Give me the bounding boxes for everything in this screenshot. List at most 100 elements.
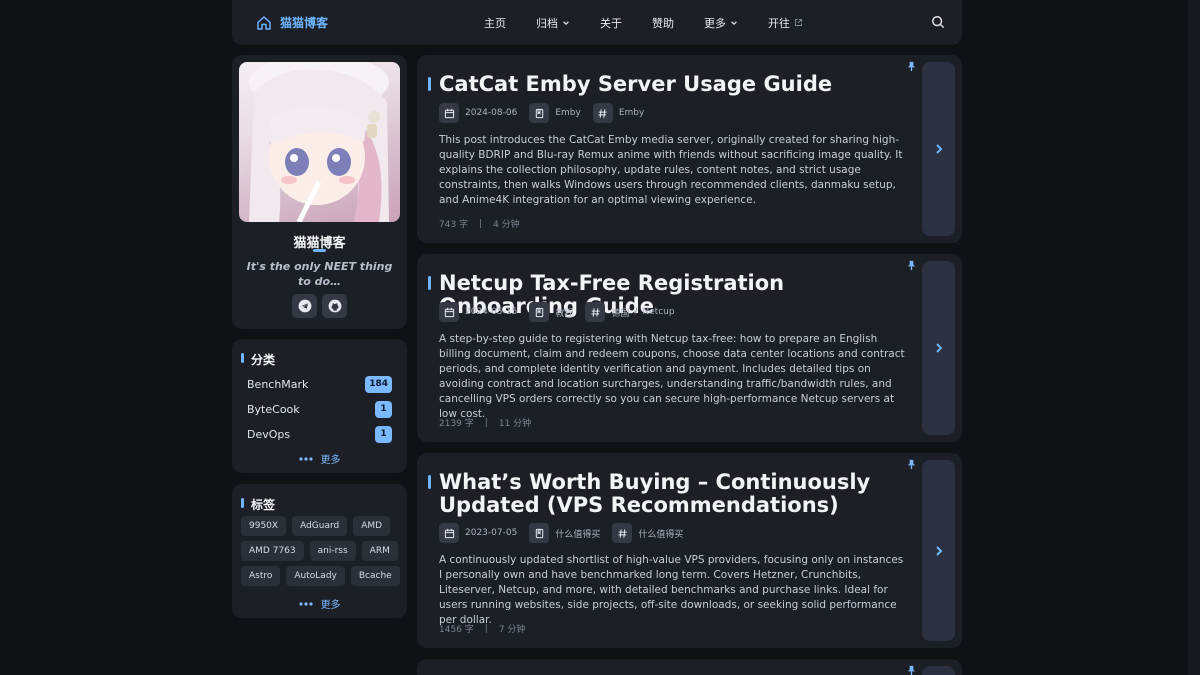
tag-chip[interactable]: AMD xyxy=(353,516,391,536)
nav-home[interactable]: 主页 xyxy=(484,15,506,31)
nav-archive[interactable]: 归档 xyxy=(536,15,570,31)
post-date: 2024-08-06 xyxy=(465,108,518,118)
title-underline xyxy=(313,249,326,252)
tag-chip[interactable]: AutoLady xyxy=(286,566,345,586)
title-marker xyxy=(428,276,431,290)
post-category[interactable]: 什么值得买 xyxy=(555,527,600,540)
read-time: 11 分钟 xyxy=(498,419,532,429)
hashtag-icon xyxy=(612,523,633,543)
post-card: CatCat Emby Server Usage Guide 2024-08-0… xyxy=(417,55,962,243)
search-icon[interactable] xyxy=(931,15,945,29)
nav-travelling[interactable]: 开往 xyxy=(768,15,803,31)
calendar-icon xyxy=(439,103,459,123)
post-card xyxy=(417,659,962,675)
avatar-illustration xyxy=(249,62,389,222)
home-icon xyxy=(257,15,271,30)
title-marker xyxy=(428,77,431,91)
page-scrollbar[interactable] xyxy=(1188,0,1200,675)
post-card: What’s Worth Buying – Continuously Updat… xyxy=(417,453,962,648)
telegram-icon xyxy=(298,299,311,313)
calendar-icon xyxy=(439,523,459,543)
external-link-icon xyxy=(795,19,802,26)
open-post-button[interactable] xyxy=(922,62,955,236)
post-meta: 2024-08-06 Emby Emby xyxy=(439,103,656,123)
post-title[interactable]: What’s Worth Buying – Continuously Updat… xyxy=(439,471,909,517)
book-icon xyxy=(529,523,550,543)
post-date: 2024-05-15 xyxy=(465,307,518,317)
top-navbar: 猫猫博客 主页 归档 关于 赞助 更多 开往 xyxy=(232,0,962,45)
book-icon xyxy=(529,103,550,123)
post-tag[interactable]: Emby xyxy=(619,108,645,118)
chevron-right-icon xyxy=(935,144,942,154)
post-date: 2023-07-05 xyxy=(465,528,518,538)
tag-chip[interactable]: AMD 7763 xyxy=(241,541,304,561)
hashtag-icon xyxy=(585,302,606,322)
site-motto: It's the only NEET thing to do… xyxy=(246,260,393,288)
post-card: Netcup Tax-Free Registration Onboarding … xyxy=(417,254,962,442)
avatar xyxy=(239,62,400,222)
nav-about[interactable]: 关于 xyxy=(600,15,622,31)
category-item[interactable]: BenchMark 184 xyxy=(247,375,392,393)
brand-name: 猫猫博客 xyxy=(280,16,329,30)
post-tag[interactable]: Netcup xyxy=(642,307,674,317)
calendar-icon xyxy=(439,302,459,322)
category-count: 1 xyxy=(375,400,392,418)
open-post-button[interactable] xyxy=(922,666,955,675)
post-title[interactable]: CatCat Emby Server Usage Guide xyxy=(439,73,909,96)
category-item[interactable]: DevOps 1 xyxy=(247,425,392,443)
chevron-right-icon xyxy=(935,343,942,353)
tags-card: 标签 9950X AdGuard AMD AMD 7763 ani-rss AR… xyxy=(232,484,407,618)
more-dots-icon xyxy=(298,456,313,461)
github-link[interactable] xyxy=(322,294,347,318)
category-item[interactable]: ByteCook 1 xyxy=(247,400,392,418)
section-marker xyxy=(241,353,244,363)
tag-chip[interactable]: AdGuard xyxy=(292,516,348,536)
tag-chip[interactable]: ani-rss xyxy=(309,541,356,561)
pin-icon xyxy=(907,665,916,675)
telegram-link[interactable] xyxy=(292,294,317,318)
read-time: 7 分钟 xyxy=(498,625,526,635)
post-excerpt: This post introduces the CatCat Emby med… xyxy=(439,134,903,206)
chevron-down-icon xyxy=(563,20,569,25)
github-icon xyxy=(328,299,341,313)
tag-chip[interactable]: Astro xyxy=(241,566,281,586)
more-dots-icon xyxy=(298,601,313,606)
post-stats: 1456 字 | 7 分钟 xyxy=(439,623,526,636)
categories-more-button[interactable]: 更多 xyxy=(232,451,407,466)
nav-sponsor[interactable]: 赞助 xyxy=(652,15,674,31)
tag-chip[interactable]: ARM xyxy=(361,541,398,561)
post-excerpt: A continuously updated shortlist of high… xyxy=(439,554,904,626)
pin-icon xyxy=(907,260,916,271)
chevron-down-icon xyxy=(731,20,737,25)
post-stats: 2139 字 | 11 分钟 xyxy=(439,417,532,430)
open-post-button[interactable] xyxy=(922,261,955,435)
open-post-button[interactable] xyxy=(922,460,955,641)
title-marker xyxy=(428,475,431,489)
chevron-right-icon xyxy=(935,545,942,556)
nav-more[interactable]: 更多 xyxy=(704,15,738,31)
post-stats: 743 字 | 4 分钟 xyxy=(439,218,520,231)
post-meta: 2024-05-15 教程 德国 / Netcup xyxy=(439,302,687,322)
word-count: 1456 字 xyxy=(439,625,474,635)
tag-chip[interactable]: 9950X xyxy=(241,516,287,536)
pin-icon xyxy=(907,61,916,72)
pin-icon xyxy=(907,459,916,470)
tags-more-button[interactable]: 更多 xyxy=(232,596,407,611)
post-category[interactable]: Emby xyxy=(555,108,581,118)
word-count: 2139 字 xyxy=(439,419,474,429)
post-excerpt: A step-by-step guide to registering with… xyxy=(439,333,905,420)
categories-card: 分类 BenchMark 184 ByteCook 1 DevOps 1 更多 xyxy=(232,339,407,473)
book-icon xyxy=(529,302,550,322)
post-meta: 2023-07-05 什么值得买 什么值得买 xyxy=(439,523,695,543)
post-category[interactable]: 教程 xyxy=(555,306,573,319)
categories-title: 分类 xyxy=(251,353,276,367)
tags-title: 标签 xyxy=(251,498,276,512)
category-count: 184 xyxy=(365,375,392,393)
post-tag[interactable]: 什么值得买 xyxy=(638,527,683,540)
post-tag[interactable]: 德国 xyxy=(611,306,629,319)
category-count: 1 xyxy=(375,425,392,443)
tag-chip[interactable]: Bcache xyxy=(350,566,400,586)
hashtag-icon xyxy=(592,103,613,123)
brand-link[interactable]: 猫猫博客 xyxy=(256,14,328,31)
read-time: 4 分钟 xyxy=(493,220,520,230)
